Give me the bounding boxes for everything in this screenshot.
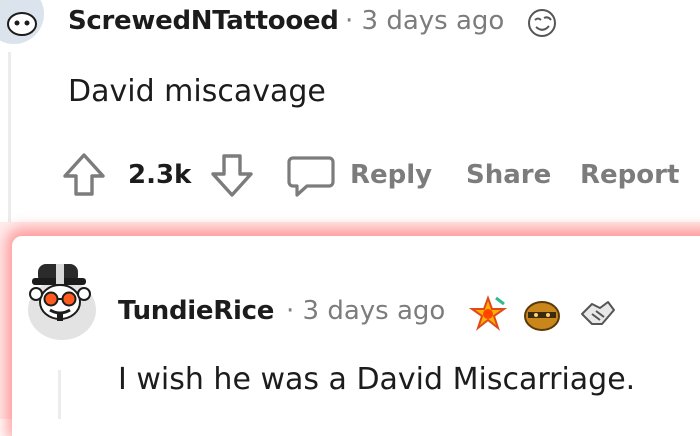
reply-timestamp: · 3 days ago	[286, 296, 445, 326]
share-button[interactable]: Share	[466, 148, 551, 202]
highlighted-comment-card	[12, 236, 700, 436]
speech-bubble-icon	[287, 156, 335, 197]
starstruck-award-icon[interactable]	[468, 294, 508, 334]
user-avatar[interactable]	[0, 0, 44, 44]
comment-action-bar: 2.3k Reply Share Report	[60, 148, 700, 202]
reply-author[interactable]: TundieRice	[118, 296, 274, 326]
comment-body: David miscavage	[68, 74, 326, 109]
upvote-button[interactable]	[60, 148, 108, 202]
share-label: Share	[466, 160, 552, 190]
smiley-face-award-icon[interactable]	[526, 6, 558, 38]
comment-time: 3 days ago	[361, 6, 505, 36]
upvote-arrow-icon	[63, 153, 105, 196]
report-button[interactable]: Report	[580, 148, 679, 202]
handshake-award-icon[interactable]	[578, 294, 618, 334]
reply-body: I wish he was a David Miscarriage.	[118, 362, 636, 397]
separator-dot: ·	[345, 6, 354, 36]
custom-snoo-avatar-icon[interactable]	[22, 250, 100, 342]
snoo-avatar-icon	[0, 0, 44, 44]
comment-timestamp: · 3 days ago	[345, 6, 504, 36]
reply-label: Reply	[350, 160, 433, 190]
report-label: Report	[580, 160, 680, 190]
separator-dot: ·	[286, 296, 295, 326]
downvote-button[interactable]	[208, 148, 256, 202]
reply-button[interactable]: Reply	[286, 148, 432, 202]
thread-line[interactable]	[58, 370, 61, 419]
helmet-award-icon[interactable]	[522, 294, 562, 334]
downvote-arrow-icon	[211, 154, 253, 197]
reply-time: 3 days ago	[302, 296, 446, 326]
comment-author[interactable]: ScrewedNTattooed	[68, 6, 339, 36]
vote-score: 2.3k	[128, 148, 191, 202]
vote-count: 2.3k	[128, 160, 192, 190]
